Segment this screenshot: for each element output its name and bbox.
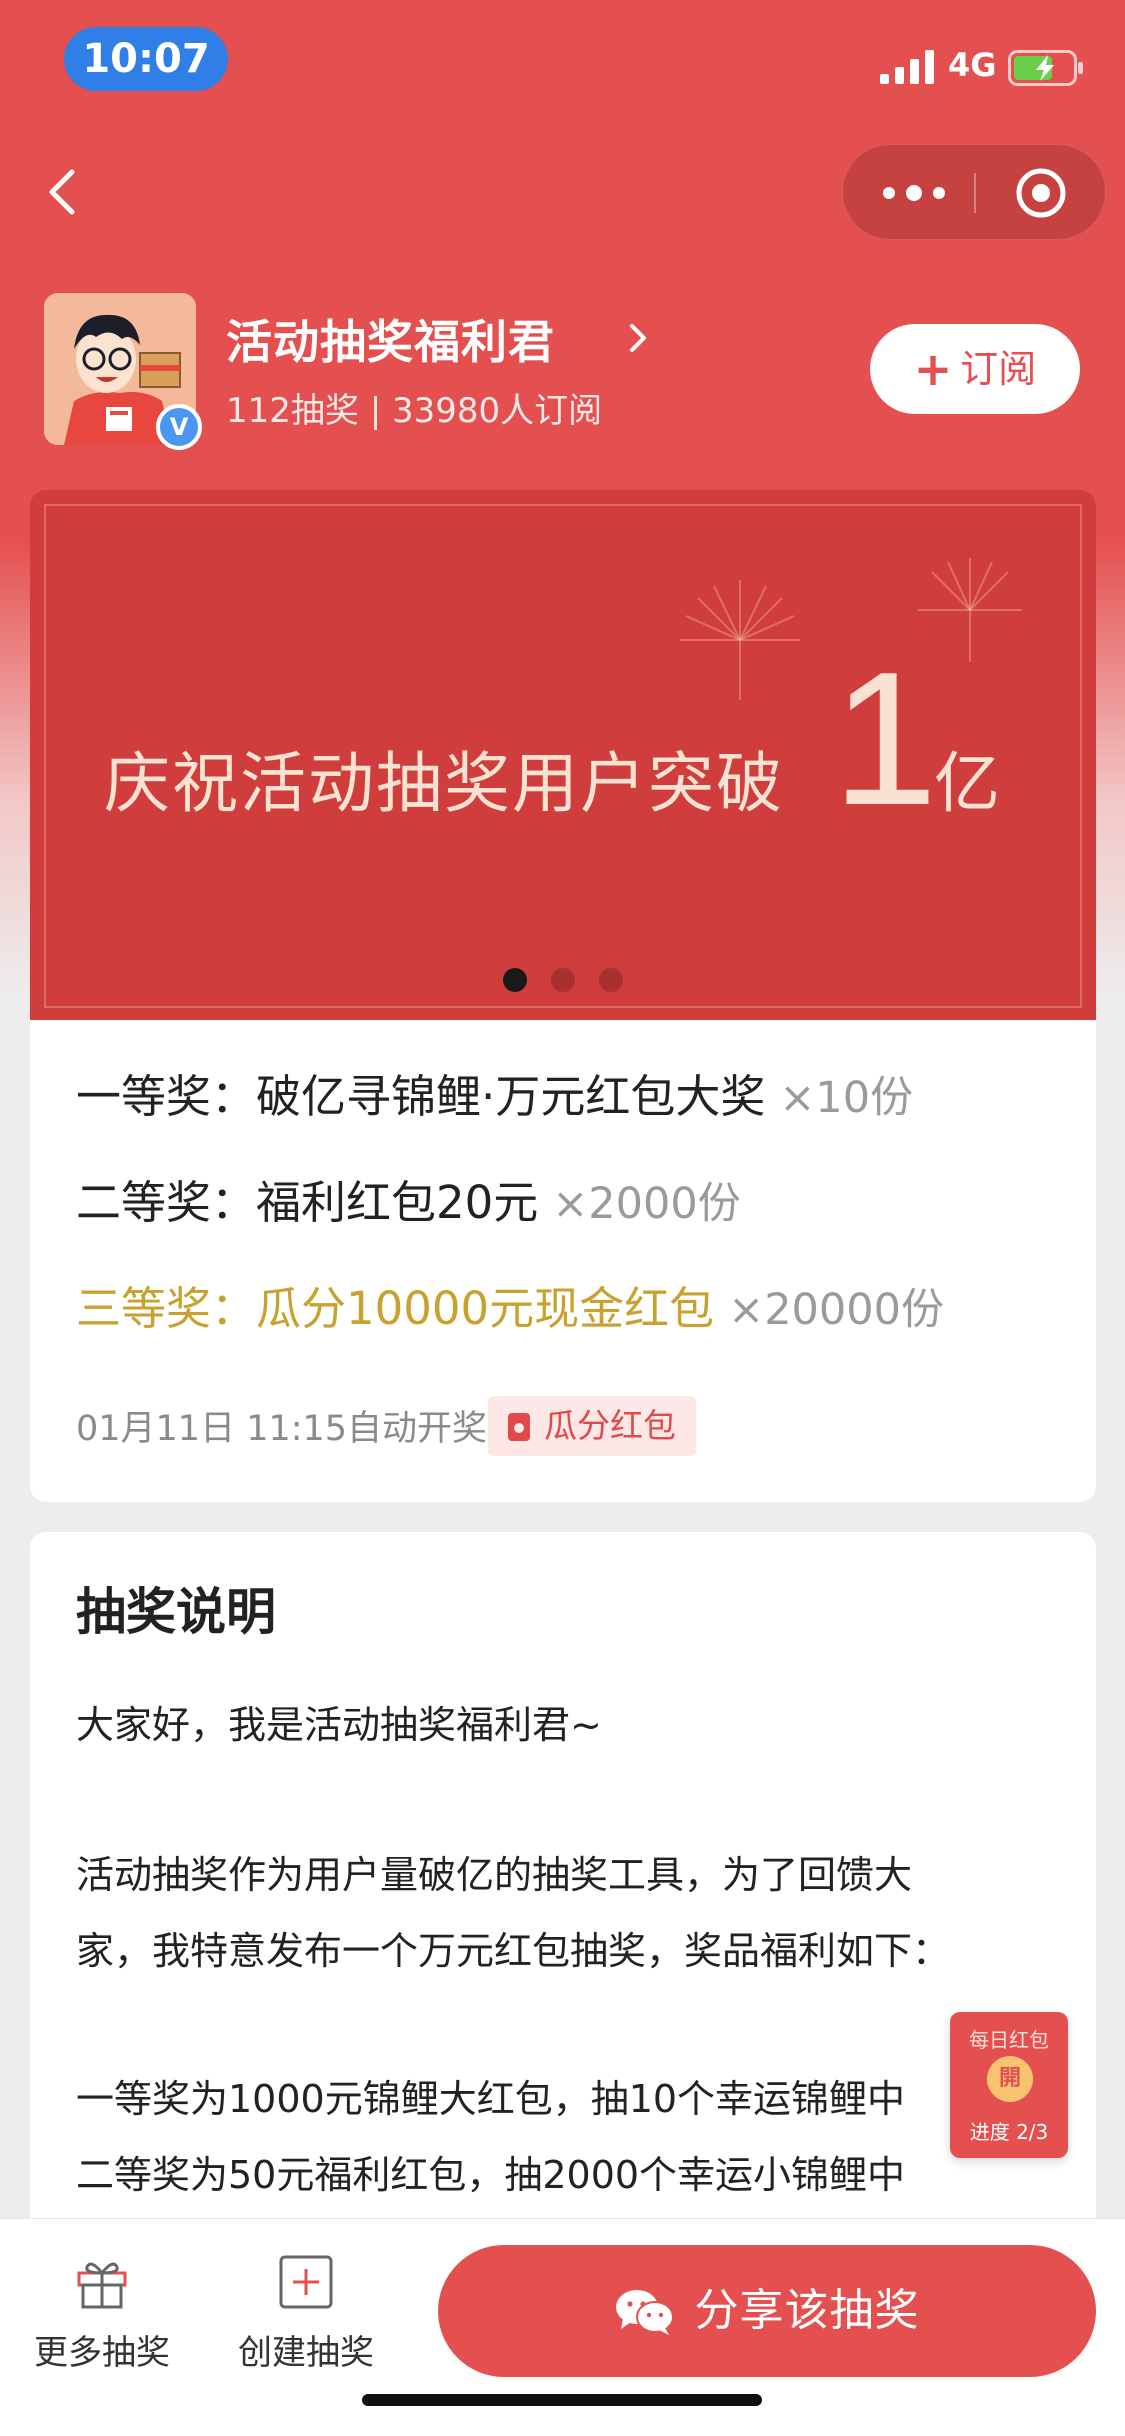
more-lotteries-label: 更多抽奖 — [34, 2333, 170, 2373]
status-time: 10:07 — [64, 27, 228, 91]
close-target-icon[interactable] — [1013, 165, 1069, 221]
prize-name: 福利红包20元 — [256, 1176, 539, 1229]
prize-row-second: 二等奖：福利红包20元 ×2000份 — [76, 1166, 741, 1231]
daily-envelope-progress: 进度 2/3 — [969, 2120, 1049, 2144]
prize-label: 三等奖： — [76, 1282, 257, 1335]
create-lottery-label: 创建抽奖 — [238, 2333, 374, 2373]
battery-icon — [1008, 50, 1083, 86]
banner-headline: 庆祝活动抽奖用户突破 — [104, 745, 784, 822]
share-lottery-button[interactable]: 分享该抽奖 — [438, 2245, 1096, 2377]
prize-qty: ×2000份 — [552, 1179, 741, 1229]
draw-time: 01月11日 11:15自动开奖 — [76, 1409, 488, 1449]
back-icon[interactable] — [38, 160, 88, 224]
carousel-dots — [503, 968, 623, 998]
profile-name[interactable]: 活动抽奖福利君 — [226, 306, 555, 372]
carousel-dot[interactable] — [551, 968, 575, 992]
home-indicator[interactable] — [362, 2394, 762, 2406]
prize-name: 瓜分10000元现金红包 — [256, 1282, 715, 1335]
description-line: 一等奖为1000元锦鲤大红包，抽10个幸运锦鲤中 — [76, 2077, 906, 2121]
carousel-dot-active[interactable] — [503, 968, 527, 992]
banner-carousel[interactable]: 庆祝活动抽奖用户突破 1 亿 — [30, 490, 1096, 1020]
red-envelope-icon — [508, 1413, 530, 1441]
plus-icon: + — [913, 342, 953, 396]
open-coin-icon: 開 — [987, 2056, 1033, 2102]
carousel-dot[interactable] — [599, 968, 623, 992]
daily-red-envelope[interactable]: 每日红包 開 进度 2/3 — [950, 2012, 1068, 2158]
description-line: 二等奖为50元福利红包，抽2000个幸运小锦鲤中 — [76, 2153, 906, 2197]
more-icon[interactable] — [879, 175, 949, 211]
prize-qty: ×20000份 — [728, 1285, 944, 1335]
status-bar: 10:07 4G — [0, 0, 1125, 120]
create-lottery-button[interactable]: 创建抽奖 — [226, 2253, 386, 2374]
description-title: 抽奖说明 — [76, 1583, 276, 1641]
description-card: 抽奖说明 大家好，我是活动抽奖福利君~ 活动抽奖作为用户量破亿的抽奖工具，为了回… — [30, 1532, 1096, 2292]
description-line: 大家好，我是活动抽奖福利君~ — [76, 1703, 602, 1747]
gift-icon — [77, 2262, 127, 2309]
prize-qty: ×10份 — [779, 1073, 914, 1123]
signal-icon — [880, 50, 934, 84]
prize-card: 一等奖：破亿寻锦鲤·万元红包大奖 ×10份 二等奖：福利红包20元 ×2000份 三… — [30, 1020, 1096, 1502]
description-line: 活动抽奖作为用户量破亿的抽奖工具，为了回馈大 — [76, 1853, 913, 1897]
description-line: 家，我特意发布一个万元红包抽奖，奖品福利如下： — [76, 1929, 951, 1973]
capsule-divider — [974, 173, 976, 213]
prize-row-third: 三等奖：瓜分10000元现金红包 ×20000份 — [76, 1272, 944, 1337]
prize-row-first: 一等奖：破亿寻锦鲤·万元红包大奖 ×10份 — [76, 1060, 913, 1125]
draw-type-tag: 瓜分红包 — [488, 1396, 696, 1456]
banner-unit: 亿 — [934, 745, 1000, 822]
daily-envelope-title: 每日红包 — [969, 2028, 1049, 2052]
miniprogram-capsule — [842, 144, 1106, 240]
add-square-icon — [279, 2255, 333, 2309]
verified-badge: V — [156, 404, 202, 450]
share-lottery-label: 分享该抽奖 — [694, 2285, 920, 2336]
subscribe-label: 订阅 — [960, 347, 1037, 391]
draw-tag-label: 瓜分红包 — [544, 1406, 676, 1445]
prize-name: 破亿寻锦鲤·万元红包大奖 — [256, 1070, 766, 1123]
more-lotteries-button[interactable]: 更多抽奖 — [22, 2253, 182, 2374]
wechat-icon — [615, 2290, 674, 2335]
chevron-right-icon[interactable] — [624, 318, 652, 358]
prize-label: 一等奖： — [76, 1070, 257, 1123]
profile-stats: 112抽奖 | 33980人订阅 — [226, 391, 603, 431]
subscribe-button[interactable]: + 订阅 — [870, 324, 1080, 414]
banner-number: 1 — [832, 633, 938, 845]
prize-label: 二等奖： — [76, 1176, 257, 1229]
network-type: 4G — [948, 46, 997, 84]
